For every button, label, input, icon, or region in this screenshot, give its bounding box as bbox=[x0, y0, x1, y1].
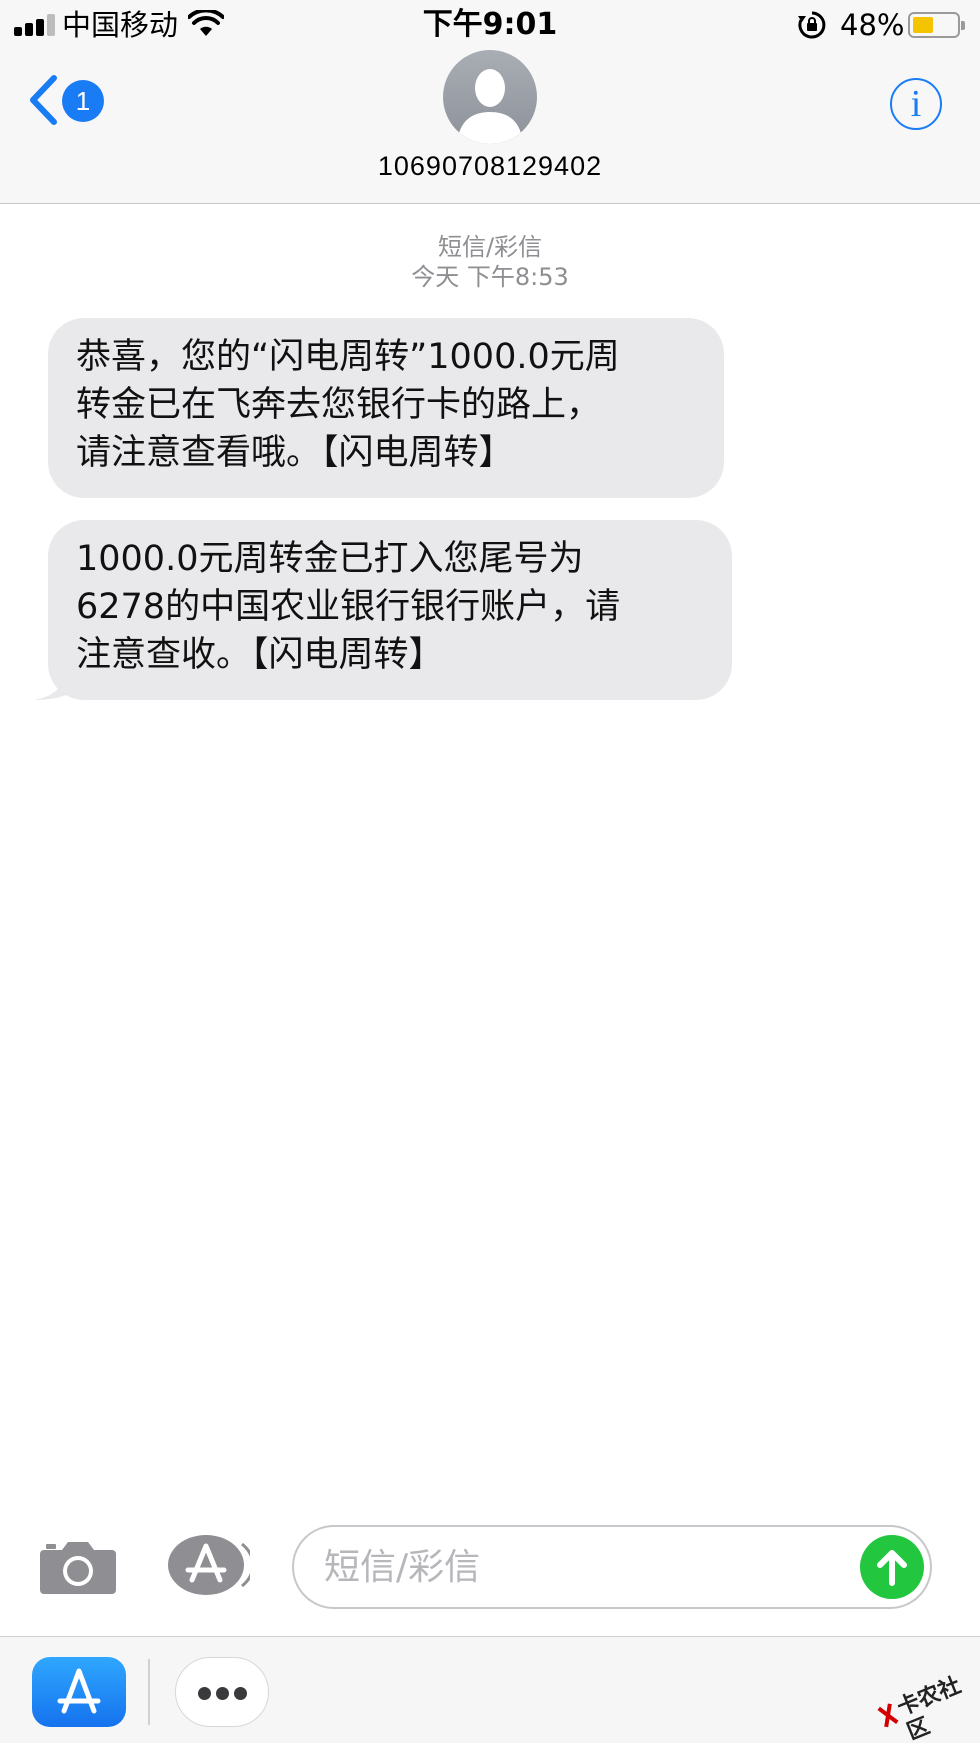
battery-percentage: 48% bbox=[840, 8, 905, 42]
clock: 下午9:01 bbox=[422, 7, 558, 42]
info-icon: i bbox=[910, 83, 922, 125]
message-input[interactable] bbox=[324, 1537, 824, 1597]
message-line: 6278的中国农业银行银行账户，请 bbox=[76, 587, 621, 627]
message-line: 恭喜，您的“闪电周转”1000.0元周 bbox=[76, 337, 620, 377]
drawer-divider bbox=[148, 1659, 150, 1725]
send-arrow-icon bbox=[877, 1550, 907, 1586]
status-bar: 中国移动 下午9:01 48% bbox=[0, 0, 980, 50]
person-silhouette-icon bbox=[457, 69, 523, 144]
more-apps-button[interactable] bbox=[175, 1657, 269, 1727]
unread-count-badge: 1 bbox=[62, 80, 104, 122]
message-bubble-received[interactable]: 1000.0元周转金已打入您尾号为 6278的中国农业银行银行账户，请 注意查收… bbox=[34, 520, 732, 700]
contact-avatar[interactable] bbox=[443, 50, 537, 144]
message-timestamp: 今天 下午8:53 bbox=[411, 263, 569, 291]
message-bubble-received[interactable]: 恭喜，您的“闪电周转”1000.0元周 转金已在飞奔去您银行卡的路上， 请注意查… bbox=[48, 318, 724, 498]
battery-level-fill bbox=[913, 17, 933, 33]
message-line: 注意查收。【闪电周转】 bbox=[76, 635, 444, 675]
watermark-text: 卡农社区 bbox=[893, 1673, 965, 1743]
message-line: 转金已在飞奔去您银行卡的路上， bbox=[76, 385, 602, 425]
compose-bar bbox=[0, 1508, 980, 1618]
rotation-lock-icon bbox=[798, 11, 826, 39]
contact-number[interactable]: 10690708129402 bbox=[0, 146, 980, 186]
message-line: 请注意查看哦。【闪电周转】 bbox=[76, 433, 514, 473]
camera-icon[interactable] bbox=[40, 1538, 116, 1594]
message-input-container bbox=[292, 1525, 932, 1609]
app-drawer: 卡农社区 bbox=[0, 1636, 980, 1743]
send-button[interactable] bbox=[860, 1535, 924, 1599]
bubble-tail bbox=[34, 666, 68, 700]
app-store-icon bbox=[57, 1668, 101, 1714]
app-store-icon[interactable] bbox=[166, 1534, 250, 1596]
conversation-header: 1 10690708129402 i bbox=[0, 50, 980, 204]
chevron-left-icon bbox=[30, 75, 57, 125]
back-button[interactable]: 1 bbox=[24, 72, 110, 128]
battery-icon bbox=[908, 12, 965, 38]
app-store-drawer-button[interactable] bbox=[32, 1657, 126, 1727]
info-button[interactable]: i bbox=[890, 78, 942, 130]
service-type-label: 短信/彩信 bbox=[437, 233, 543, 261]
watermark: 卡农社区 bbox=[871, 1665, 976, 1743]
message-line: 1000.0元周转金已打入您尾号为 bbox=[76, 539, 584, 579]
thread-meta: 短信/彩信 今天 下午8:53 bbox=[0, 232, 980, 292]
